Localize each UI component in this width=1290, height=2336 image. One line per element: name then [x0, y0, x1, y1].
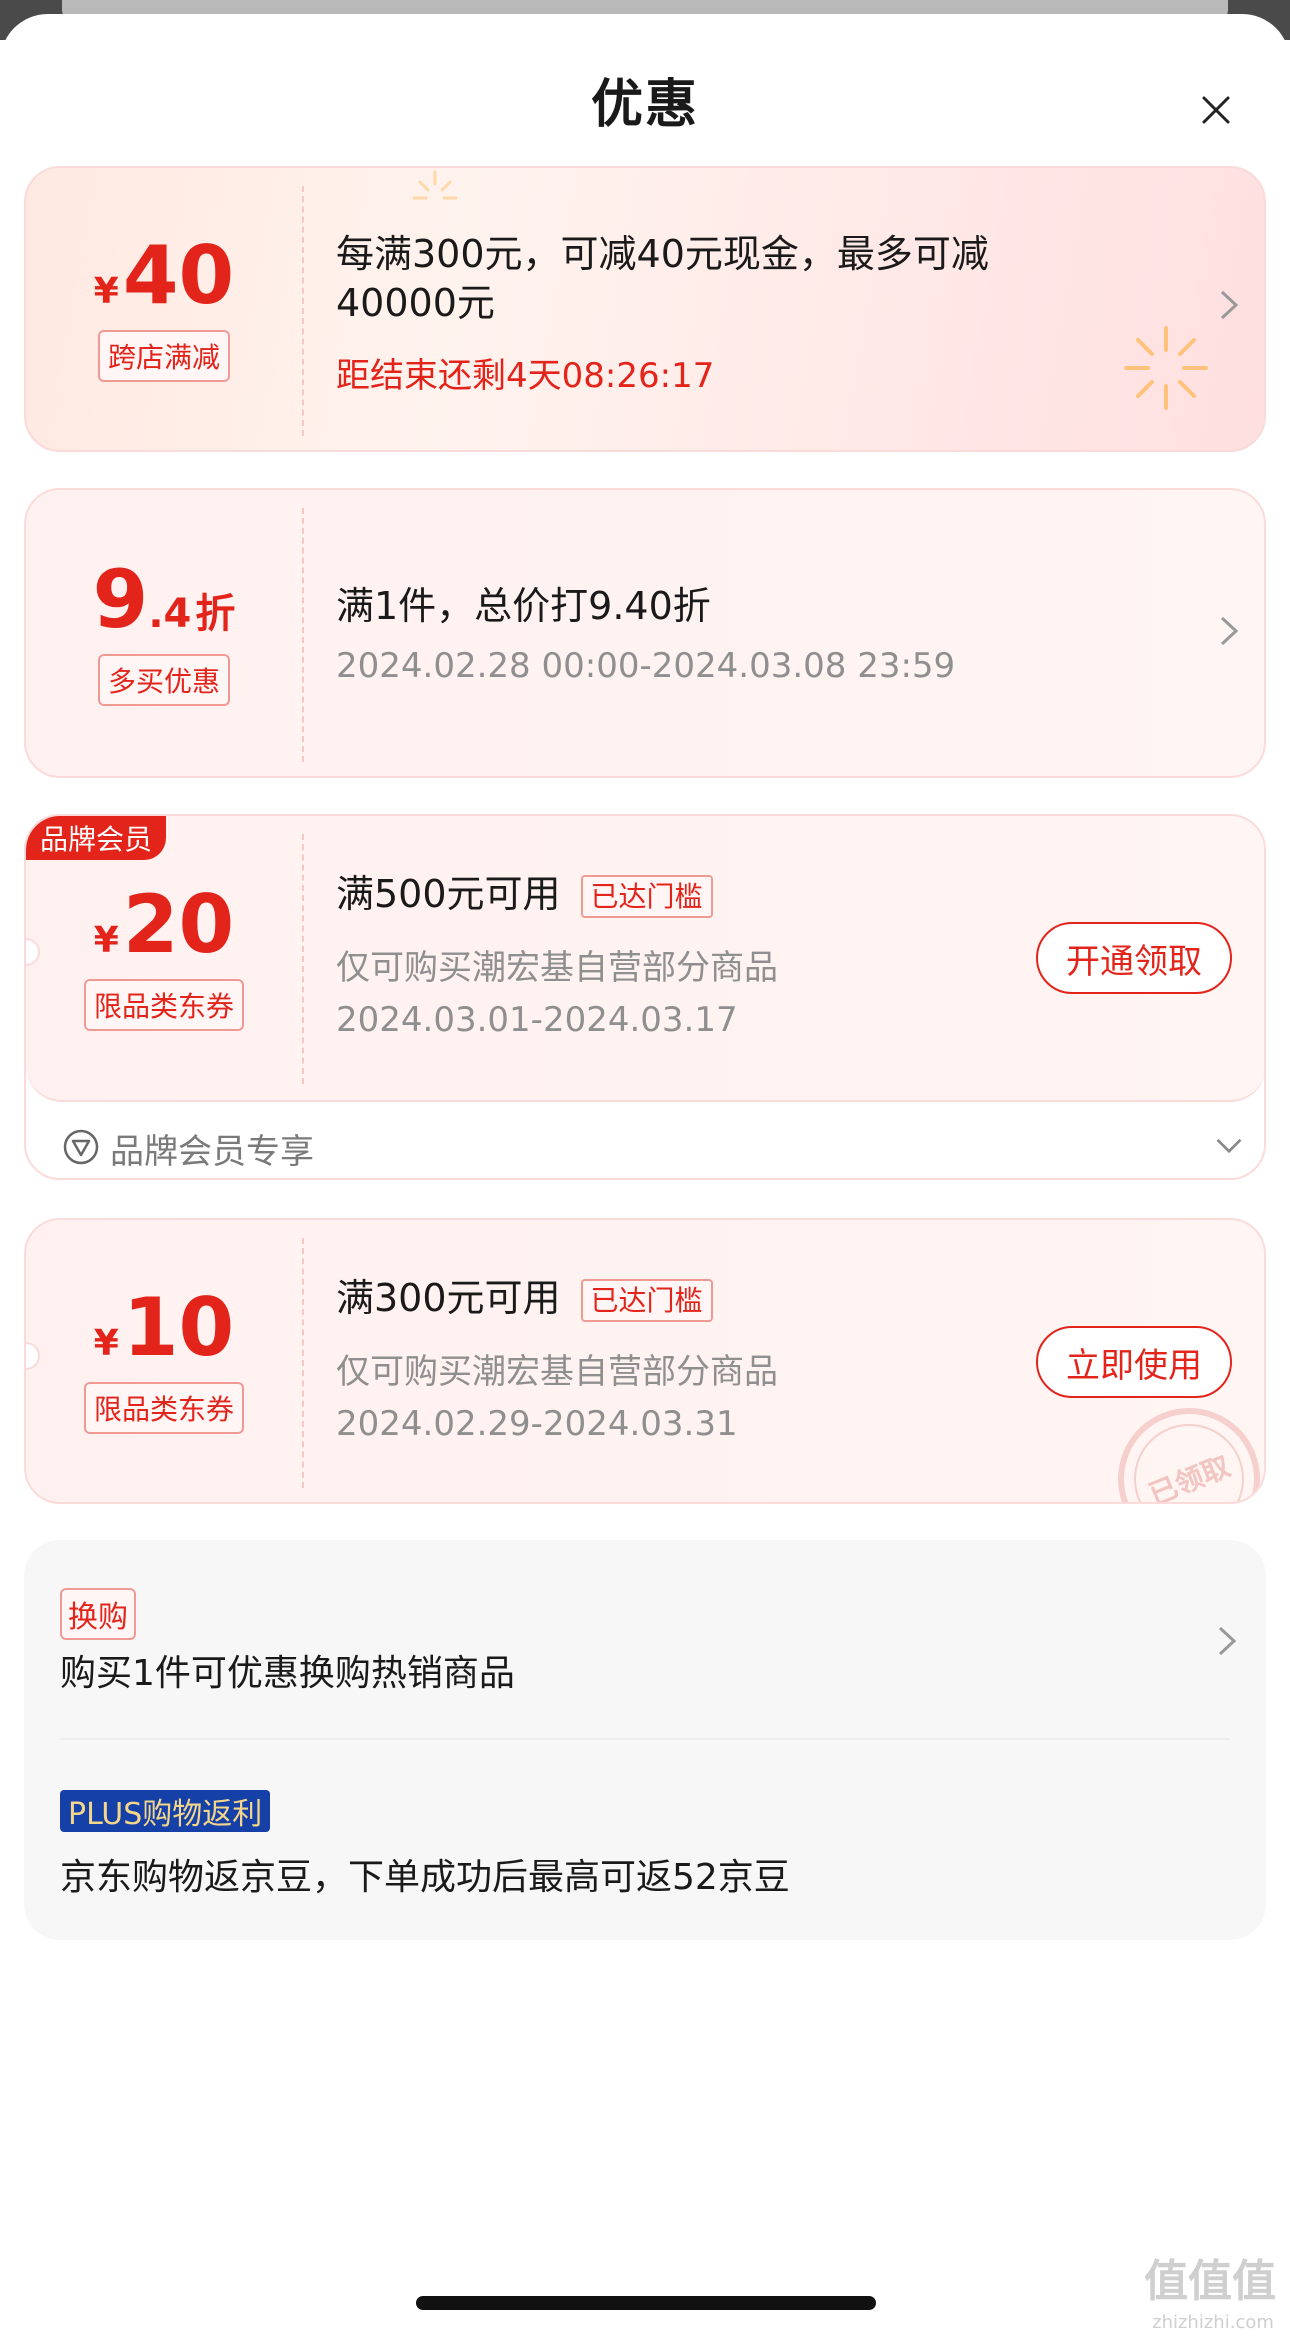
brand-member-icon [63, 1129, 99, 1165]
discount-unit: 折 [195, 591, 236, 637]
chevron-right-icon [1220, 616, 1239, 646]
currency-symbol: ¥ [93, 920, 119, 961]
threshold-met-badge: 已达门槛 [580, 1278, 713, 1323]
home-indicator [416, 2296, 876, 2310]
coupon-date: 2024.03.01-2024.03.17 [336, 1000, 738, 1040]
threshold-met-badge: 已达门槛 [580, 874, 713, 919]
amount-value: 40 [122, 229, 235, 322]
watermark-logo: 值值值 [1144, 2256, 1276, 2307]
coupon-threshold: 满300元可用 已达门槛 [336, 1274, 713, 1323]
coupon-amount: 9 .4 折 [93, 560, 236, 640]
coupon-threshold: 满500元可用 已达门槛 [336, 870, 713, 919]
claimed-stamp: 已领取 [1117, 1407, 1261, 1502]
watermark-url: zhizhizhi.com [1152, 2312, 1274, 2333]
brand-member-exclusive-bar[interactable]: 品牌会员专享 [26, 1104, 1264, 1178]
card-divider [302, 834, 304, 1084]
sparkle-decoration [412, 170, 458, 200]
activate-claim-button[interactable]: 开通领取 [1036, 922, 1232, 994]
coupon-type-tag: 多买优惠 [97, 654, 230, 706]
card-divider [302, 508, 304, 762]
brand-member-label: 品牌会员专享 [110, 1132, 314, 1172]
currency-symbol: ¥ [93, 271, 119, 312]
coupon-scope: 仅可购买潮宏基自营部分商品 [336, 948, 778, 988]
currency-symbol: ¥ [93, 1323, 119, 1364]
row-divider [60, 1738, 1230, 1740]
coupon-amount: ¥ 20 [94, 885, 234, 965]
coupon-type-tag: 跨店满减 [97, 330, 230, 382]
extra-promotions-card: 换购 购买1件可优惠换购热销商品 PLUS购物返利 京东购物返京豆，下单成功后最… [24, 1540, 1266, 1940]
coupon-card-brand-member: ¥ 20 限品类东券 满500元可用 已达门槛 仅可购买潮宏基自营部分商品 202… [24, 814, 1266, 1180]
swap-purchase-row[interactable]: 换购 购买1件可优惠换购热销商品 [24, 1540, 1266, 1738]
coupon-rule-line-2: 40000元 [336, 280, 495, 325]
coupon-card-multi-buy[interactable]: 9 .4 折 多买优惠 满1件，总价打9.40折 2024.02.28 00:0… [24, 488, 1266, 778]
coupon-rule: 每满300元，可减40元现金，最多可减 40000元 [336, 230, 989, 327]
coupon-amount: ¥ 10 [94, 1288, 234, 1368]
coupon-rule-line-1: 每满300元，可减40元现金，最多可减 [336, 232, 989, 276]
coupon-value-block: ¥ 40 跨店满减 [26, 168, 302, 450]
close-icon[interactable] [1196, 90, 1236, 130]
card-divider [302, 1238, 304, 1488]
amount-value: 10 [122, 1281, 235, 1374]
coupon-type-tag: 限品类东券 [83, 979, 244, 1031]
threshold-text: 满300元可用 [336, 1276, 561, 1320]
chevron-down-icon[interactable] [1214, 1136, 1244, 1156]
coupon-date: 2024.02.29-2024.03.31 [336, 1404, 738, 1444]
coupon-card-cross-store[interactable]: ¥ 40 跨店满减 每满300元，可减40元现金，最多可减 40000元 距结束… [24, 166, 1266, 452]
coupon-value-block: ¥ 10 限品类东券 [26, 1220, 302, 1502]
coupon-rule: 满1件，总价打9.40折 [336, 584, 711, 628]
swap-purchase-tag: 换购 [60, 1588, 136, 1640]
coupon-card-claimed: ¥ 10 限品类东券 满300元可用 已达门槛 仅可购买潮宏基自营部分商品 202… [24, 1218, 1266, 1504]
plus-rebate-tag: PLUS购物返利 [60, 1790, 271, 1832]
claimed-stamp-text: 已领取 [1117, 1407, 1261, 1502]
brand-member-badge: 品牌会员 [26, 816, 167, 860]
coupon-body: ¥ 20 限品类东券 满500元可用 已达门槛 仅可购买潮宏基自营部分商品 202… [26, 816, 1264, 1102]
chevron-right-icon [1218, 1626, 1237, 1656]
coupon-value-block: 9 .4 折 多买优惠 [26, 490, 302, 776]
amount-decimal: .4 [148, 591, 192, 637]
threshold-text: 满500元可用 [336, 872, 561, 916]
amount-value: 20 [122, 878, 235, 971]
use-now-button[interactable]: 立即使用 [1036, 1326, 1232, 1398]
countdown-text: 距结束还剩4天08:26:17 [336, 356, 715, 396]
swap-purchase-text: 购买1件可优惠换购热销商品 [60, 1653, 515, 1694]
coupon-amount: ¥ 40 [94, 236, 234, 316]
firework-decoration [1124, 326, 1208, 410]
card-divider [302, 186, 304, 436]
coupon-type-tag: 限品类东券 [83, 1382, 244, 1434]
amount-value: 9 [92, 553, 149, 646]
sheet-title: 优惠 [590, 75, 699, 135]
coupon-scope: 仅可购买潮宏基自营部分商品 [336, 1352, 778, 1392]
coupon-date: 2024.02.28 00:00-2024.03.08 23:59 [336, 646, 956, 686]
plus-rebate-text: 京东购物返京豆，下单成功后最高可返52京豆 [60, 1857, 790, 1898]
chevron-right-icon [1220, 290, 1239, 320]
